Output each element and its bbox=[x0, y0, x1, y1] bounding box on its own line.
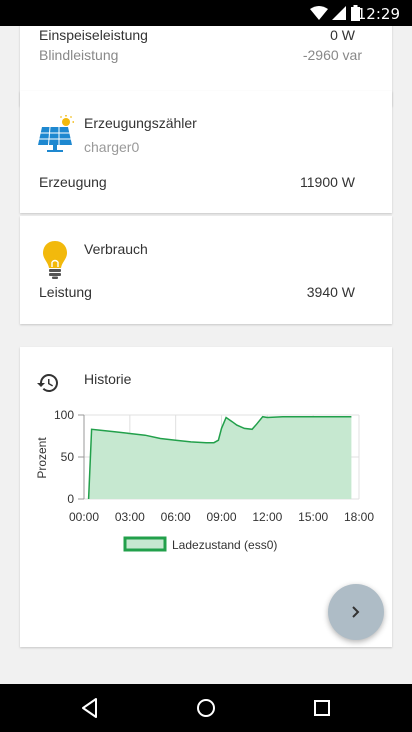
chart-legend[interactable]: Ladezustand (ess0) bbox=[123, 536, 277, 552]
history-icon bbox=[37, 374, 58, 392]
feed-in-power-label: Einspeiseleistung bbox=[39, 27, 148, 43]
chart-y-tick-label: 50 bbox=[61, 450, 75, 464]
content-scroll[interactable]: Einspeiseleistung 0 W Blindleistung -296… bbox=[0, 26, 412, 667]
chart-x-ticks: 00:00 03:00 06:00 09:00 12:00 15:00 18:00 bbox=[69, 510, 374, 524]
chart-y-ticks: 0 50 100 bbox=[54, 408, 84, 506]
reactive-power-value: -2960 var bbox=[302, 47, 362, 63]
lightbulb-icon bbox=[43, 241, 67, 279]
chart-y-tick-label: 0 bbox=[67, 492, 74, 506]
chart-y-tick-label: 100 bbox=[54, 408, 74, 422]
chart-legend-swatch bbox=[123, 536, 167, 552]
next-fab-button[interactable] bbox=[328, 584, 384, 640]
producer-subtitle: charger0 bbox=[84, 139, 140, 155]
feed-in-power-value: 0 W bbox=[330, 27, 355, 43]
chevron-right-icon bbox=[352, 606, 360, 618]
production-label: Erzeugung bbox=[39, 174, 107, 190]
production-value: 11900 W bbox=[300, 174, 355, 190]
chart-x-tick-label: 12:00 bbox=[252, 510, 282, 524]
home-icon[interactable] bbox=[194, 696, 218, 720]
chart-x-tick-label: 06:00 bbox=[161, 510, 191, 524]
producer-title: Erzeugungszähler bbox=[84, 115, 197, 131]
chart-x-tick-label: 18:00 bbox=[344, 510, 374, 524]
consumption-card[interactable]: Verbrauch Leistung 3940 W bbox=[20, 216, 392, 324]
history-chart: 0 50 100 00:00 03:00 06:00 09:00 12:00 15:00 18:… bbox=[35, 408, 374, 552]
consumption-power-label: Leistung bbox=[39, 284, 92, 300]
consumption-power-value: 3940 W bbox=[306, 284, 355, 300]
back-icon[interactable] bbox=[78, 696, 102, 720]
solar-panel-icon bbox=[38, 115, 74, 152]
system-nav-bar bbox=[0, 684, 412, 732]
chart-series-area bbox=[88, 416, 352, 499]
chart-x-tick-label: 03:00 bbox=[115, 510, 145, 524]
chart-x-tick-label: 00:00 bbox=[69, 510, 99, 524]
reactive-power-label: Blindleistung bbox=[39, 47, 119, 63]
clock: 12:29 bbox=[356, 5, 400, 23]
chart-x-tick-label: 15:00 bbox=[298, 510, 328, 524]
producer-card[interactable]: Erzeugungszähler charger0 Erzeugung 1190… bbox=[20, 91, 392, 213]
wifi-icon bbox=[310, 6, 328, 20]
signal-icon bbox=[332, 6, 346, 20]
consumption-title: Verbrauch bbox=[84, 241, 148, 257]
chart-y-axis-label: Prozent bbox=[35, 437, 49, 479]
chart-x-tick-label: 09:00 bbox=[206, 510, 236, 524]
status-bar: 12:29 bbox=[0, 0, 412, 26]
history-title: Historie bbox=[84, 371, 132, 387]
recents-icon[interactable] bbox=[310, 696, 334, 720]
chart-legend-label: Ladezustand (ess0) bbox=[172, 538, 277, 552]
